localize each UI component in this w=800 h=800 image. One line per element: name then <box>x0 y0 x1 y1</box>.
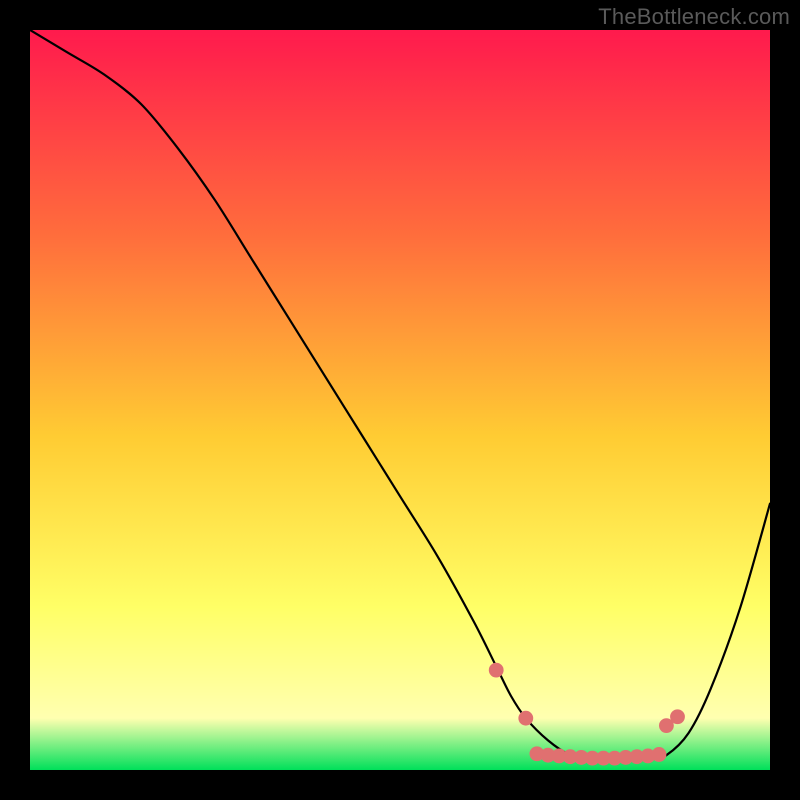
curve-marker <box>652 747 667 762</box>
gradient-background <box>30 30 770 770</box>
curve-marker <box>670 709 685 724</box>
bottleneck-chart <box>30 30 770 770</box>
chart-frame: TheBottleneck.com <box>0 0 800 800</box>
curve-marker <box>518 711 533 726</box>
curve-marker <box>489 663 504 678</box>
watermark-text: TheBottleneck.com <box>598 4 790 30</box>
